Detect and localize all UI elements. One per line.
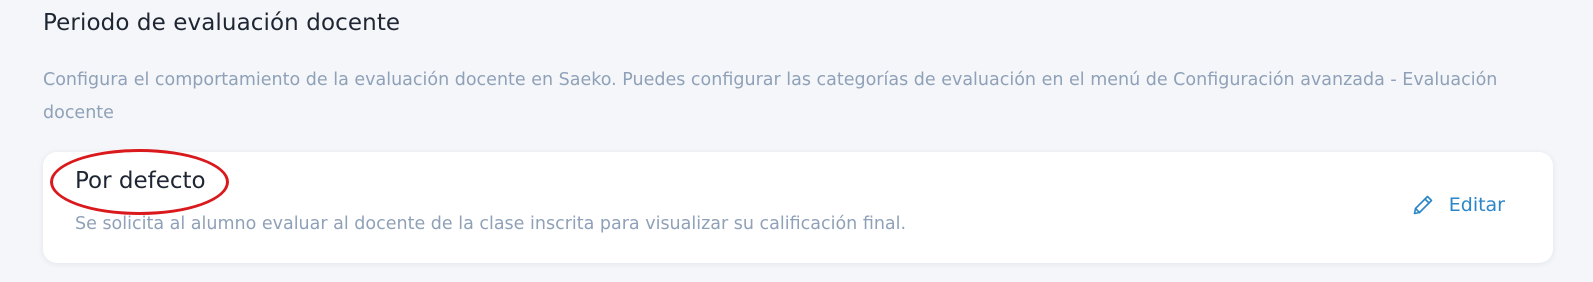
card-title: Por defecto — [75, 168, 206, 194]
evaluation-mode-card: Por defecto Se solicita al alumno evalua… — [43, 149, 1553, 263]
section-description: Configura el comportamiento de la evalua… — [43, 70, 1498, 123]
section-title: Periodo de evaluación docente — [43, 10, 401, 36]
card-title-wrapper: Por defecto — [50, 149, 229, 215]
evaluation-settings-page: Periodo de evaluación docente Configura … — [0, 0, 1593, 282]
card-description: Se solicita al alumno evaluar al docente… — [75, 214, 907, 234]
edit-button-label: Editar — [1448, 194, 1505, 216]
pencil-icon — [1411, 193, 1435, 217]
edit-button[interactable]: Editar — [1411, 193, 1505, 217]
